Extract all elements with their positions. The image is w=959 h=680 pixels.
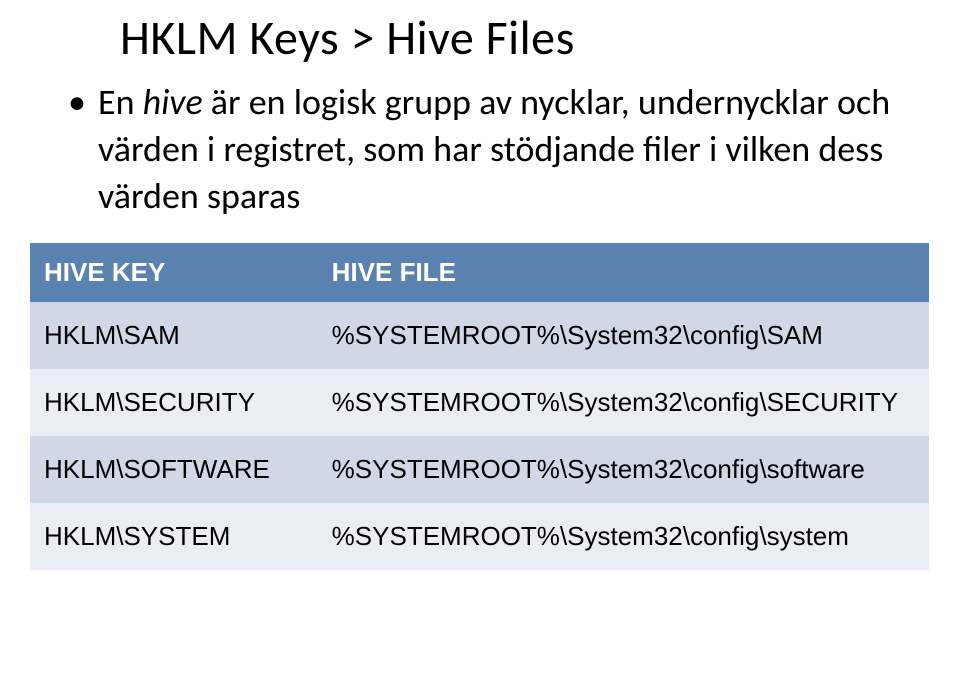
slide: HKLM Keys > Hive Files En hive är en log… bbox=[0, 0, 959, 570]
bullet-text-italic: hive bbox=[143, 80, 203, 124]
page-title: HKLM Keys > Hive Files bbox=[120, 8, 929, 67]
bullet-item: En hive är en logisk grupp av nycklar, u… bbox=[68, 79, 929, 219]
bullet-text-prefix: En bbox=[98, 80, 143, 124]
cell-file: %SYSTEMROOT%\System32\config\SAM bbox=[318, 302, 929, 369]
table-header-file: HIVE FILE bbox=[318, 243, 929, 302]
bullet-list: En hive är en logisk grupp av nycklar, u… bbox=[30, 79, 929, 219]
cell-key: HKLM\SAM bbox=[30, 302, 318, 369]
table-row: HKLM\SOFTWARE %SYSTEMROOT%\System32\conf… bbox=[30, 436, 929, 503]
cell-file: %SYSTEMROOT%\System32\config\software bbox=[318, 436, 929, 503]
cell-key: HKLM\SYSTEM bbox=[30, 503, 318, 570]
table-header-row: HIVE KEY HIVE FILE bbox=[30, 243, 929, 302]
cell-key: HKLM\SECURITY bbox=[30, 369, 318, 436]
bullet-text-rest: är en logisk grupp av nycklar, undernyck… bbox=[98, 80, 890, 218]
cell-key: HKLM\SOFTWARE bbox=[30, 436, 318, 503]
table-row: HKLM\SAM %SYSTEMROOT%\System32\config\SA… bbox=[30, 302, 929, 369]
table-row: HKLM\SECURITY %SYSTEMROOT%\System32\conf… bbox=[30, 369, 929, 436]
cell-file: %SYSTEMROOT%\System32\config\system bbox=[318, 503, 929, 570]
hive-table: HIVE KEY HIVE FILE HKLM\SAM %SYSTEMROOT%… bbox=[30, 243, 929, 570]
table-row: HKLM\SYSTEM %SYSTEMROOT%\System32\config… bbox=[30, 503, 929, 570]
table-header-key: HIVE KEY bbox=[30, 243, 318, 302]
cell-file: %SYSTEMROOT%\System32\config\SECURITY bbox=[318, 369, 929, 436]
